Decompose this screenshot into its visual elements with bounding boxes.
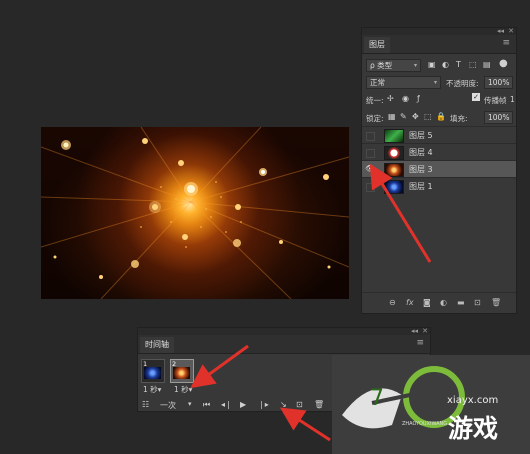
frame-delay-dropdown[interactable]: 1 秒▾ — [143, 384, 161, 395]
panel-menu-icon[interactable]: ≡ — [502, 38, 510, 48]
layer-row-selected[interactable]: 👁 图层 3 — [362, 160, 516, 178]
lock-artboard-icon[interactable]: ⬚ — [424, 112, 432, 121]
adjustment-filter-icon[interactable]: ◐ — [442, 60, 449, 69]
blend-mode-value: 正常 — [370, 78, 385, 87]
pixel-filter-icon[interactable]: ▣ — [428, 60, 436, 69]
svg-text:7: 7 — [370, 386, 384, 411]
layers-panel: ◂◂ ✕ 图层 ≡ ρ 类型 ▾ ▣ ◐ T ⬚ ▤ ● 正常 ▾ 不透明度: 10… — [361, 27, 517, 314]
unify-visibility-icon[interactable]: ◉ — [402, 94, 409, 103]
layer-thumbnail — [384, 146, 404, 160]
lock-image-icon[interactable]: ✎ — [400, 112, 407, 121]
trash-icon[interactable]: 🗑 — [314, 400, 324, 409]
opacity-field[interactable]: 100% — [484, 76, 513, 89]
filter-kind-dropdown[interactable]: ρ 类型 ▾ — [366, 59, 421, 72]
visibility-toggle[interactable] — [366, 149, 375, 158]
layer-row[interactable]: 图层 4 — [362, 143, 516, 161]
watermark-url: xiayx.com — [447, 395, 499, 406]
layer-name[interactable]: 图层 5 — [409, 130, 433, 141]
trash-icon[interactable]: 🗑 — [491, 298, 501, 307]
tab-layers[interactable]: 图层 — [364, 37, 390, 53]
first-frame-icon[interactable]: ⏮ — [203, 400, 210, 410]
lock-all-icon[interactable]: 🔒 — [436, 112, 446, 121]
layer-name[interactable]: 图层 3 — [409, 164, 433, 175]
document-canvas[interactable] — [41, 127, 349, 299]
visibility-toggle[interactable] — [366, 183, 375, 192]
filter-toggle-icon[interactable]: ● — [499, 58, 508, 69]
chevron-down-icon: ▾ — [433, 79, 437, 86]
lock-position-icon[interactable]: ✥ — [412, 112, 419, 121]
opacity-value: 100% — [488, 78, 510, 87]
frame-delay-dropdown[interactable]: 1 秒▾ — [174, 384, 192, 395]
visibility-toggle[interactable] — [366, 132, 375, 141]
unify-style-icon[interactable]: ƒ — [417, 94, 420, 103]
type-filter-icon[interactable]: T — [456, 60, 461, 69]
layer-row[interactable]: 图层 1 — [362, 177, 516, 195]
watermark-text: 游戏 — [448, 414, 499, 443]
duplicate-frame-icon[interactable]: ⊡ — [296, 400, 303, 409]
frame-thumbnail — [144, 367, 161, 379]
previous-frame-icon[interactable]: ◂❘ — [221, 400, 232, 409]
layer-thumbnail — [384, 163, 404, 177]
shape-filter-icon[interactable]: ⬚ — [469, 60, 477, 69]
propagate-value: 1 — [510, 95, 515, 104]
frame-1[interactable]: 1 — [141, 359, 165, 383]
chevron-down-icon: ▾ — [413, 62, 417, 69]
lock-transparent-icon[interactable]: ▦ — [388, 112, 396, 121]
collapse-icon[interactable]: ◂◂ — [497, 27, 504, 35]
new-group-icon[interactable]: ▬ — [457, 298, 465, 307]
layer-name[interactable]: 图层 1 — [409, 181, 433, 192]
arrow-to-tween — [279, 407, 331, 442]
lock-label: 锁定: — [366, 114, 384, 123]
panel-header-strip: ◂◂ ✕ — [362, 27, 516, 35]
adjustment-layer-icon[interactable]: ◐ — [440, 298, 447, 307]
new-layer-icon[interactable]: ⊡ — [474, 298, 481, 307]
fx-icon[interactable]: fx — [406, 298, 414, 307]
propagate-checkbox[interactable]: ✓ — [472, 93, 480, 101]
play-icon[interactable]: ▶ — [240, 400, 246, 409]
layer-thumbnail — [384, 129, 404, 143]
panel-menu-icon[interactable]: ≡ — [416, 338, 424, 348]
tween-icon[interactable]: ↘ — [280, 400, 287, 409]
fill-field[interactable]: 100% — [484, 111, 513, 124]
tab-timeline[interactable]: 时间轴 — [140, 337, 174, 353]
unify-position-icon[interactable]: ✢ — [387, 94, 394, 103]
propagate-label: 传播帧 — [484, 96, 507, 105]
eye-icon[interactable]: 👁 — [365, 165, 375, 173]
smart-object-filter-icon[interactable]: ▤ — [483, 60, 491, 69]
convert-timeline-icon[interactable]: ☷ — [142, 400, 149, 409]
layer-name[interactable]: 图层 4 — [409, 147, 433, 158]
fill-label: 填充: — [450, 114, 468, 123]
blend-mode-dropdown[interactable]: 正常 ▾ — [366, 76, 441, 89]
chevron-down-icon[interactable]: ▾ — [188, 400, 192, 408]
frame-2-selected[interactable]: 2 — [170, 359, 194, 383]
tab-bar: 时间轴 ≡ — [138, 335, 430, 354]
layers-bottom-bar: ⊖ fx ◙ ◐ ▬ ⊡ 🗑 — [362, 292, 516, 313]
watermark-pinyin: ZHAOYOUXIWANG — [402, 421, 448, 427]
panel-header-strip: ◂◂ ✕ — [138, 327, 430, 335]
watermark-logo: 7 — [342, 366, 465, 429]
unify-label: 统一: — [366, 96, 384, 105]
layer-thumbnail — [384, 180, 404, 194]
collapse-icon[interactable]: ◂◂ — [411, 327, 418, 335]
next-frame-icon[interactable]: ❘▸ — [258, 400, 269, 409]
layer-row[interactable]: 图层 5 — [362, 126, 516, 144]
add-mask-icon[interactable]: ◙ — [423, 298, 431, 307]
link-layers-icon[interactable]: ⊖ — [389, 298, 396, 307]
frame-thumbnail — [173, 367, 190, 379]
opacity-label: 不透明度: — [446, 79, 479, 88]
fill-value: 100% — [488, 113, 510, 122]
space-explosion-image — [41, 127, 349, 299]
close-icon[interactable]: ✕ — [422, 327, 428, 335]
watermark: 7 xiayx.com ZHAOYOUXIWANG 游戏 — [332, 355, 530, 454]
tab-bar: 图层 ≡ — [362, 35, 516, 54]
close-icon[interactable]: ✕ — [508, 27, 514, 35]
loop-dropdown[interactable]: 一次 — [160, 400, 176, 411]
filter-kind-value: ρ 类型 — [370, 61, 393, 70]
